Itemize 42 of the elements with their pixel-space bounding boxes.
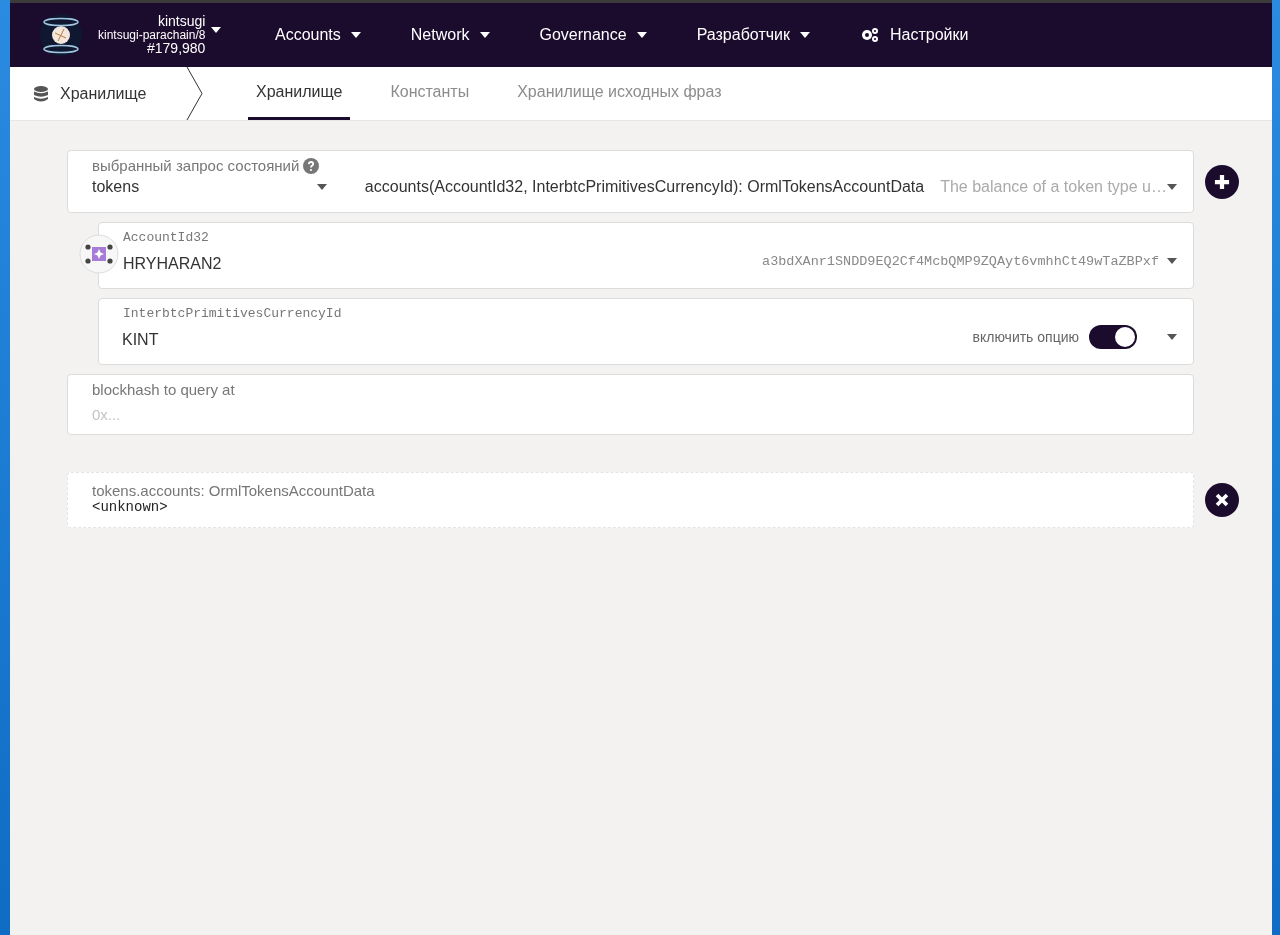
caret-icon[interactable] [1167, 184, 1177, 190]
nav-menu[interactable]: Разработчик [696, 26, 810, 44]
nav-menu[interactable]: Настройки [860, 26, 969, 44]
help-icon[interactable] [303, 157, 320, 174]
nav-menu[interactable]: Governance [539, 26, 647, 44]
result-value: <unknown> [92, 499, 169, 515]
field-label: выбранный запрос состояний [92, 157, 300, 174]
gears-icon [860, 27, 880, 43]
nav-menu[interactable]: Accounts [275, 26, 361, 44]
block-number: #179,980 [147, 41, 206, 56]
caret-icon[interactable] [316, 184, 327, 190]
account-address: a3bdXAnr1SNDD9EQ2Cf4McbQMP9ZQAyt6vmhhCt49wTaZBPxf [762, 253, 1159, 269]
database-icon [34, 85, 48, 102]
method-name[interactable]: accounts(AccountId32, InterbtcPrimitivesCurrencyId): OrmlTokensAccountData [364, 178, 925, 196]
currency-value: KINT [122, 331, 160, 349]
section-title: Хранилище [60, 84, 147, 103]
logo-icon [38, 12, 84, 58]
close-button[interactable] [1205, 483, 1239, 517]
network-name: kintsugi-parachain/8 [98, 28, 206, 42]
caret-icon[interactable] [1167, 334, 1177, 340]
field-label: blockhash to query at [92, 381, 236, 398]
caret-icon[interactable] [211, 27, 222, 33]
result-title: tokens.accounts: OrmlTokensAccountData [92, 482, 376, 499]
tab[interactable]: Хранилище [232, 67, 367, 120]
method-description: The balance of a token type u… [940, 178, 1167, 196]
chain-name: kintsugi [157, 14, 206, 29]
account-name: HRYHARAN2 [123, 255, 223, 273]
caret-icon[interactable] [1167, 258, 1177, 264]
option-toggle[interactable] [1089, 325, 1137, 349]
blockhash-input[interactable]: 0x... [92, 406, 392, 423]
add-button[interactable] [1205, 164, 1239, 199]
module-dropdown[interactable]: tokens [92, 178, 327, 196]
account-dropdown[interactable]: AccountId32 HRYHARAN2 a3bdXAnr1SNDD9EQ2Cf4McbQMP9ZQAyt6vmhhCt49wTaZBPxf [98, 222, 1194, 289]
currency-dropdown[interactable]: InterbtcPrimitivesCurrencyId KINT включить опцию [98, 298, 1194, 365]
nav-menu[interactable]: Network [410, 26, 490, 44]
caret-icon[interactable] [636, 32, 647, 38]
field-label: InterbtcPrimitivesCurrencyId [123, 306, 342, 321]
field-label: AccountId32 [123, 230, 209, 245]
caret-icon[interactable] [800, 32, 810, 38]
caret-icon[interactable] [479, 32, 490, 38]
toggle-label: включить опцию [972, 329, 1079, 345]
caret-icon[interactable] [350, 32, 361, 38]
